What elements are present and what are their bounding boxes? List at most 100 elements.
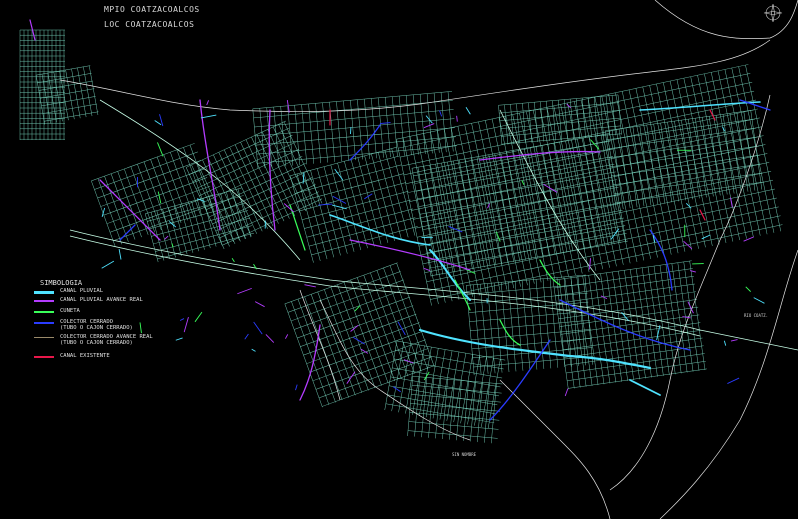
street	[558, 100, 562, 140]
street	[37, 73, 92, 84]
street	[625, 127, 638, 208]
legend-swatch	[34, 300, 54, 302]
street	[467, 283, 587, 295]
drain-segment	[101, 260, 115, 269]
drain-segment	[456, 115, 458, 122]
drain-segment	[253, 321, 263, 335]
street	[287, 271, 401, 313]
street-block	[604, 109, 764, 211]
street	[611, 129, 624, 210]
street	[226, 191, 240, 241]
drain-segment	[379, 122, 391, 124]
street	[104, 176, 129, 242]
map-title-municipality: MPIO COATZACOALCOS	[104, 5, 200, 14]
street	[750, 110, 763, 190]
street	[117, 171, 142, 238]
street	[498, 94, 619, 106]
street	[486, 283, 496, 374]
street	[145, 187, 242, 215]
drain-segment	[564, 388, 569, 397]
street	[150, 159, 175, 226]
legend-item: CANAL EXISTENTE	[34, 353, 234, 363]
street	[290, 279, 404, 322]
street	[632, 126, 645, 207]
legend-label: CANAL PLUVIAL	[60, 288, 104, 294]
drain-line	[499, 319, 521, 346]
drain-segment	[154, 120, 162, 126]
legend-heading: SIMBOLOGIA	[40, 279, 83, 287]
drain-segment	[350, 324, 359, 332]
street	[446, 351, 460, 421]
street	[615, 92, 651, 260]
drain-segment	[237, 287, 252, 295]
street	[432, 349, 446, 419]
street	[674, 121, 686, 201]
street	[405, 344, 418, 414]
street	[722, 114, 735, 194]
street	[356, 277, 396, 381]
street	[514, 281, 524, 371]
street	[708, 116, 721, 196]
street	[38, 80, 93, 91]
street	[604, 130, 617, 211]
street	[556, 283, 695, 304]
street	[646, 124, 659, 205]
drain-segment	[423, 267, 431, 272]
city-drainage-map	[19, 0, 798, 519]
drain-segment	[231, 258, 235, 263]
legend-item: COLECTOR CERRADO AVANCE REAL (TUBO O CAJ…	[34, 334, 234, 346]
drain-segment	[101, 207, 106, 218]
river-label: RIO COATZ.	[744, 313, 769, 318]
street	[297, 298, 336, 403]
street	[552, 260, 692, 281]
shore-line	[499, 379, 611, 519]
street	[611, 95, 616, 136]
street	[344, 161, 368, 249]
drain-segment	[364, 193, 373, 200]
legend-item: CUNETA	[34, 308, 234, 318]
legend-label: CANAL EXISTENTE	[60, 353, 110, 359]
legend-item: CANAL PLUVIAL AVANCE REAL	[34, 297, 234, 307]
street	[485, 120, 521, 287]
legend-label: COLECTOR CERRADO AVANCE REAL (TUBO O CAJ…	[60, 334, 153, 346]
street	[408, 430, 498, 439]
drain-segment	[334, 168, 344, 181]
map-title-locality: LOC COATZACOALCOS	[104, 20, 195, 29]
drain-segment	[304, 284, 316, 288]
drain-segment	[302, 172, 305, 184]
street	[567, 360, 706, 381]
street	[521, 280, 531, 371]
drain-segment	[403, 359, 414, 364]
street	[231, 190, 246, 239]
street	[94, 151, 198, 190]
drain-line	[199, 99, 221, 231]
drain-segment	[465, 106, 471, 115]
street-network	[19, 29, 798, 444]
street	[371, 153, 395, 242]
street	[471, 123, 508, 290]
street	[363, 275, 402, 379]
street	[317, 168, 341, 256]
street	[384, 150, 409, 238]
street	[168, 207, 182, 256]
street	[649, 85, 686, 252]
street	[563, 99, 568, 140]
street	[491, 118, 528, 286]
street	[252, 91, 453, 110]
street	[420, 179, 774, 256]
street	[163, 154, 188, 221]
street	[653, 123, 666, 204]
street	[568, 368, 707, 389]
street	[324, 289, 363, 393]
street	[323, 166, 348, 254]
drain-segment	[332, 204, 347, 210]
drain-line	[699, 209, 706, 221]
street	[487, 359, 501, 429]
street	[507, 281, 517, 372]
street	[418, 347, 432, 417]
street	[425, 348, 439, 418]
street	[343, 282, 382, 386]
street	[426, 206, 779, 282]
street	[639, 125, 652, 206]
drain-segment	[295, 384, 298, 391]
